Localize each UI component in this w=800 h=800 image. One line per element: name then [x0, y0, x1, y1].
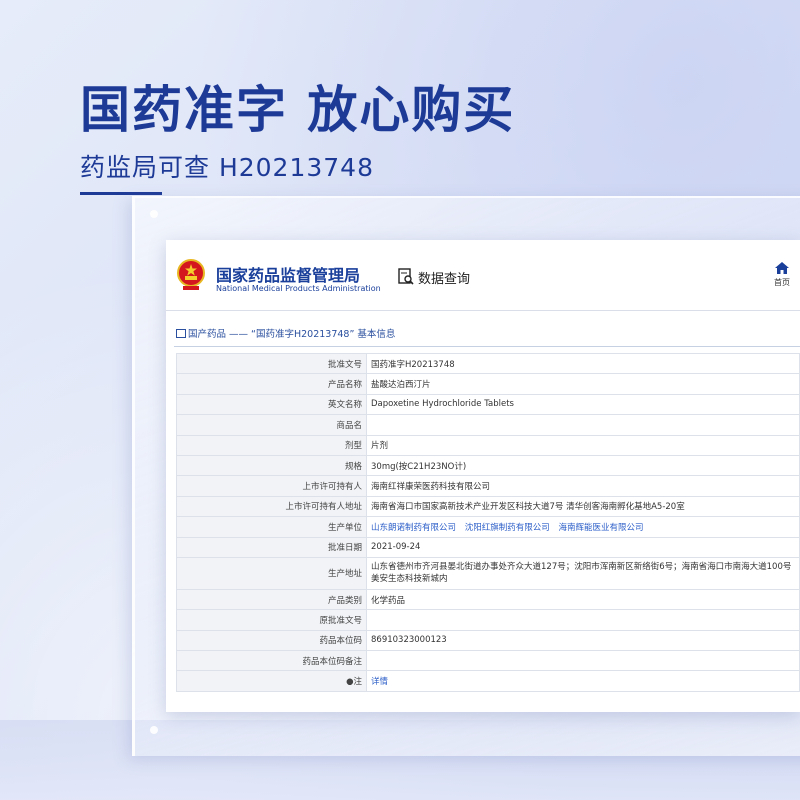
field-value: 盐酸达泊西汀片: [366, 373, 800, 395]
field-value: 86910323000123: [366, 629, 800, 652]
table-row: 产品名称 盐酸达泊西汀片: [176, 373, 800, 395]
table-row: 药品本位码 86910323000123: [176, 629, 800, 652]
details-link[interactable]: 详情: [371, 677, 388, 687]
search-icon[interactable]: [398, 268, 414, 286]
field-value: 国药准字H20213748: [366, 352, 800, 375]
field-value: 海南省海口市国家高新技术产业开发区科技大道7号 清华创客海南孵化基地A5-20室: [366, 495, 800, 518]
field-label: 药品本位码备注: [176, 650, 367, 672]
field-label: 产品名称: [176, 373, 367, 395]
field-value: [366, 414, 800, 436]
table-row: 批准日期 2021-09-24: [176, 536, 800, 558]
table-row: 剂型 片剂: [176, 434, 800, 456]
field-value: 海南红祥康荣医药科技有限公司: [366, 475, 800, 497]
field-label: ●注: [176, 670, 367, 692]
hero-subline: 药监局可查 H20213748: [80, 153, 374, 182]
site-name-en: National Medical Products Administration: [216, 284, 381, 293]
field-label: 生产单位: [176, 516, 367, 538]
field-value: [366, 650, 800, 672]
table-row: ●注 详情: [176, 670, 800, 692]
field-value: 30mg(按C21H23NO计): [366, 454, 800, 477]
field-value: 片剂: [366, 434, 800, 456]
document-icon: [176, 329, 186, 338]
table-row: 生产单位 山东朗诺制药有限公司 沈阳红旗制药有限公司 海南辉能医业有限公司: [176, 516, 800, 538]
manufacturer-link[interactable]: 海南辉能医业有限公司: [558, 523, 643, 533]
breadcrumb-divider: [174, 346, 800, 347]
home-icon: [775, 262, 789, 274]
field-value: 2021-09-24: [366, 536, 800, 558]
field-value: 化学药品: [366, 588, 800, 611]
breadcrumb: 国产药品 —— “国药准字H20213748” 基本信息: [176, 326, 395, 340]
field-label: 药品本位码: [176, 629, 367, 652]
field-value: Dapoxetine Hydrochloride Tablets: [366, 393, 800, 416]
home-nav[interactable]: 首页: [770, 262, 794, 288]
field-label: 上市许可持有人: [176, 475, 367, 497]
field-value: 详情: [366, 670, 800, 692]
breadcrumb-text: 国产药品 —— “国药准字H20213748” 基本信息: [188, 329, 396, 340]
table-row: 原批准文号: [176, 609, 800, 631]
field-label: 批准文号: [176, 352, 367, 375]
field-label: 产品类别: [176, 588, 367, 611]
field-label: 规格: [176, 454, 367, 477]
table-row: 批准文号 国药准字H20213748: [176, 352, 800, 375]
table-row: 生产地址 山东省德州市齐河县晏北街道办事处齐众大道127号；沈阳市浑南新区新络街…: [176, 556, 800, 590]
national-emblem-icon: [177, 259, 205, 290]
drug-info-table: 批准文号 国药准字H20213748 产品名称 盐酸达泊西汀片 英文名称 Dap…: [176, 352, 800, 692]
table-row: 商品名: [176, 414, 800, 436]
field-label: 生产地址: [176, 556, 367, 590]
field-label: 原批准文号: [176, 609, 367, 631]
table-row: 规格 30mg(按C21H23NO计): [176, 454, 800, 477]
header-divider: [166, 310, 800, 311]
nmpa-screenshot-card: 国家药品监督管理局 National Medical Products Admi…: [166, 240, 800, 712]
table-row: 上市许可持有人 海南红祥康荣医药科技有限公司: [176, 475, 800, 497]
field-label: 商品名: [176, 414, 367, 436]
home-label: 首页: [774, 278, 790, 287]
hero-headline: 国药准字 放心购买: [80, 81, 516, 139]
manufacturer-link[interactable]: 沈阳红旗制药有限公司: [465, 523, 550, 533]
field-label: 上市许可持有人地址: [176, 495, 367, 518]
field-value: [366, 609, 800, 631]
glass-screw: [150, 210, 158, 218]
table-row: 上市许可持有人地址 海南省海口市国家高新技术产业开发区科技大道7号 清华创客海南…: [176, 495, 800, 518]
field-value: 山东省德州市齐河县晏北街道办事处齐众大道127号；沈阳市浑南新区新络街6号；海南…: [366, 556, 800, 590]
field-value: 山东朗诺制药有限公司 沈阳红旗制药有限公司 海南辉能医业有限公司: [366, 516, 800, 538]
field-label: 英文名称: [176, 393, 367, 416]
data-query-link[interactable]: 数据查询: [418, 268, 470, 287]
site-header: 国家药品监督管理局 National Medical Products Admi…: [166, 240, 800, 310]
table-row: 产品类别 化学药品: [176, 588, 800, 611]
glass-screw: [150, 726, 158, 734]
table-row: 药品本位码备注: [176, 650, 800, 672]
accent-line: [80, 192, 162, 195]
site-name-cn: 国家药品监督管理局: [216, 266, 361, 285]
table-row: 英文名称 Dapoxetine Hydrochloride Tablets: [176, 393, 800, 416]
field-label: 批准日期: [176, 536, 367, 558]
manufacturer-link[interactable]: 山东朗诺制药有限公司: [371, 523, 456, 533]
field-label: 剂型: [176, 434, 367, 456]
